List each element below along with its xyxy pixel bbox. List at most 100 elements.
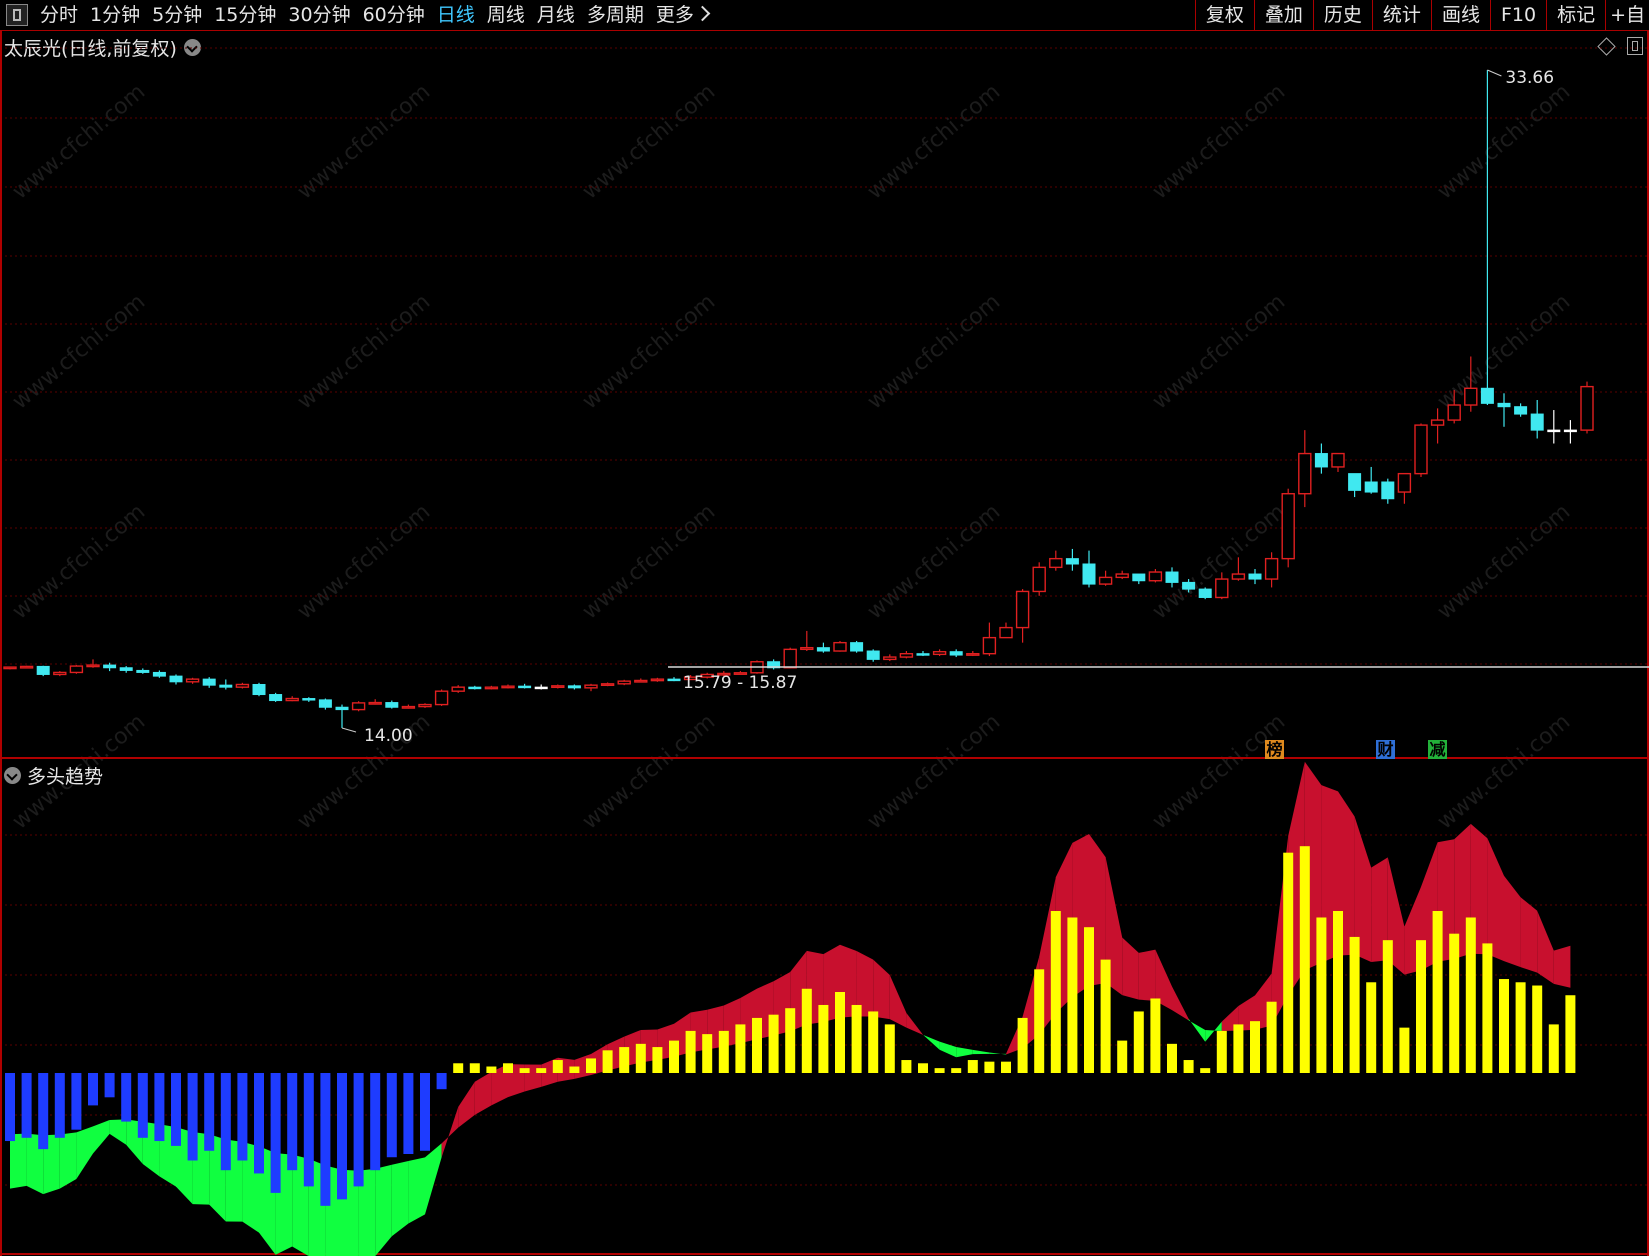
candle bbox=[1397, 472, 1412, 504]
period-tab[interactable]: 日线 bbox=[431, 0, 481, 30]
trend-area-segment bbox=[1387, 857, 1405, 975]
trend-area-segment bbox=[292, 1154, 309, 1256]
candle bbox=[899, 651, 914, 659]
price-range-label: 15.79 - 15.87 bbox=[683, 673, 797, 693]
candle bbox=[866, 649, 880, 662]
candlestick-series bbox=[3, 70, 1594, 728]
trend-area-segment bbox=[225, 1139, 243, 1222]
candle bbox=[1414, 423, 1428, 477]
indicator-bar bbox=[486, 1066, 497, 1073]
event-badge[interactable]: 财 bbox=[1376, 740, 1395, 759]
trend-area-segment bbox=[1122, 937, 1139, 1000]
candle bbox=[1497, 393, 1511, 427]
period-tab[interactable]: 1分钟 bbox=[84, 0, 146, 30]
candle bbox=[468, 685, 482, 690]
indicator-bar bbox=[1382, 940, 1393, 1073]
indicator-bar bbox=[685, 1030, 696, 1073]
trend-area-segment bbox=[1205, 1021, 1222, 1042]
candle bbox=[584, 683, 598, 692]
trend-area-segment bbox=[358, 1168, 376, 1256]
trend-area-segment bbox=[1487, 838, 1504, 962]
event-badge[interactable]: 减 bbox=[1428, 740, 1447, 759]
menu-toggle-icon[interactable] bbox=[6, 4, 28, 26]
candle bbox=[1314, 443, 1328, 474]
candle bbox=[650, 677, 665, 682]
period-tab[interactable]: 15分钟 bbox=[208, 0, 282, 30]
chart-canvas: www.cfchi.com www.cfchi.com www.cfchi.com w… bbox=[0, 30, 1649, 1256]
trend-area-segment bbox=[1288, 761, 1305, 996]
candle bbox=[318, 698, 332, 710]
indicator-bar bbox=[635, 1043, 646, 1073]
indicator-bar bbox=[1200, 1068, 1211, 1073]
diamond-icon[interactable] bbox=[1597, 37, 1616, 56]
chevron-right-icon bbox=[694, 5, 711, 22]
candle bbox=[816, 642, 830, 653]
trend-area-segment bbox=[126, 1119, 143, 1164]
tool-button[interactable]: 历史 bbox=[1312, 0, 1372, 30]
chevron-down-icon[interactable] bbox=[4, 767, 21, 784]
indicator-bar bbox=[453, 1063, 464, 1073]
indicator-bar bbox=[469, 1063, 480, 1073]
trend-area-segment bbox=[1221, 1005, 1239, 1032]
period-tab[interactable]: 30分钟 bbox=[282, 0, 356, 30]
tool-button[interactable]: 复权 bbox=[1194, 0, 1254, 30]
trend-area-segment bbox=[989, 1052, 1006, 1055]
period-tab[interactable]: 周线 bbox=[481, 0, 531, 30]
trend-area-segment bbox=[1022, 956, 1040, 1049]
indicator-bar bbox=[884, 1024, 895, 1073]
candle bbox=[119, 666, 133, 673]
event-badge[interactable]: 榜 bbox=[1265, 740, 1284, 759]
trend-area-segment bbox=[425, 1143, 442, 1215]
candle bbox=[1015, 589, 1030, 643]
indicator-bar bbox=[918, 1063, 928, 1073]
candle bbox=[1231, 557, 1246, 581]
trend-area-segment bbox=[1520, 897, 1538, 973]
tool-button[interactable]: 叠加 bbox=[1253, 0, 1313, 30]
tool-buttons: 复权 叠加 历史 统计 画线 F10 标记 +自 bbox=[1194, 0, 1649, 30]
indicator-bar bbox=[320, 1073, 331, 1206]
watermark-text: www.cfchi.com bbox=[8, 79, 150, 204]
indicator-bar bbox=[552, 1060, 563, 1073]
candle bbox=[235, 682, 250, 689]
period-tab[interactable]: 分时 bbox=[34, 0, 84, 30]
window-restore-icon[interactable] bbox=[1627, 37, 1643, 55]
period-tab[interactable]: 5分钟 bbox=[146, 0, 208, 30]
period-tab[interactable]: 多周期 bbox=[581, 0, 650, 30]
candle bbox=[285, 696, 299, 702]
chevron-down-icon[interactable] bbox=[183, 39, 201, 56]
indicator-bar bbox=[1084, 927, 1094, 1073]
trend-area-segment bbox=[889, 975, 907, 1028]
indicator-bar bbox=[121, 1073, 132, 1122]
indicator-bar bbox=[718, 1030, 729, 1073]
indicator-bar bbox=[1266, 1001, 1277, 1073]
watermark-text: www.cfchi.com bbox=[1433, 79, 1575, 204]
tool-button[interactable]: 画线 bbox=[1430, 0, 1490, 30]
candle bbox=[501, 684, 515, 689]
candle bbox=[634, 678, 648, 683]
indicator-bar bbox=[652, 1047, 663, 1073]
trend-area-segment bbox=[1255, 973, 1272, 1030]
period-tab[interactable]: 更多 bbox=[650, 0, 714, 30]
indicator-bar bbox=[503, 1063, 513, 1073]
indicator-bar bbox=[1167, 1043, 1177, 1073]
candle bbox=[1514, 403, 1528, 417]
candle bbox=[385, 700, 399, 709]
candle bbox=[252, 682, 266, 697]
candle bbox=[966, 651, 980, 657]
period-tab[interactable]: 60分钟 bbox=[357, 0, 431, 30]
tool-button[interactable]: 标记 bbox=[1546, 0, 1605, 30]
indicator-bar bbox=[1449, 933, 1460, 1073]
period-tab[interactable]: 月线 bbox=[531, 0, 581, 30]
watermark-text: www.cfchi.com bbox=[578, 709, 720, 834]
trend-area-segment bbox=[1072, 834, 1089, 998]
tool-button[interactable]: 统计 bbox=[1371, 0, 1431, 30]
candle bbox=[335, 704, 349, 728]
indicator-bar bbox=[154, 1073, 165, 1142]
trend-area-segment bbox=[474, 1071, 492, 1115]
indicator-bar bbox=[353, 1073, 364, 1187]
indicator-bar bbox=[1399, 1027, 1410, 1073]
trend-area-segment bbox=[1371, 857, 1388, 962]
tool-button[interactable]: F10 bbox=[1489, 0, 1546, 30]
candle bbox=[1082, 550, 1096, 588]
tool-button[interactable]: +自 bbox=[1605, 0, 1649, 30]
